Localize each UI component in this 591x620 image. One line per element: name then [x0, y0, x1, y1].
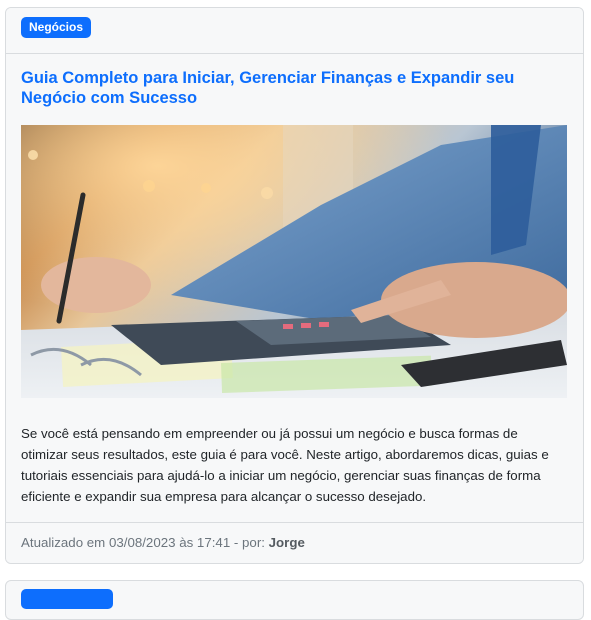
card-header: Negócios	[6, 8, 583, 54]
next-category-badge[interactable]	[21, 589, 113, 609]
post-title[interactable]: Guia Completo para Iniciar, Gerenciar Fi…	[21, 68, 576, 108]
card-footer: Atualizado em 03/08/2023 às 17:41 - por:…	[6, 522, 583, 563]
post-image[interactable]	[21, 125, 567, 398]
author-name[interactable]: Jorge	[269, 535, 305, 550]
next-post-card	[5, 580, 584, 620]
business-finance-photo	[21, 125, 567, 398]
card-body: Guia Completo para Iniciar, Gerenciar Fi…	[6, 54, 583, 522]
post-card: Negócios Guia Completo para Iniciar, Ger…	[5, 7, 584, 564]
updated-timestamp: Atualizado em 03/08/2023 às 17:41 - por:	[21, 535, 269, 550]
post-excerpt: Se você está pensando em empreender ou j…	[21, 426, 549, 504]
category-badge[interactable]: Negócios	[21, 17, 92, 38]
